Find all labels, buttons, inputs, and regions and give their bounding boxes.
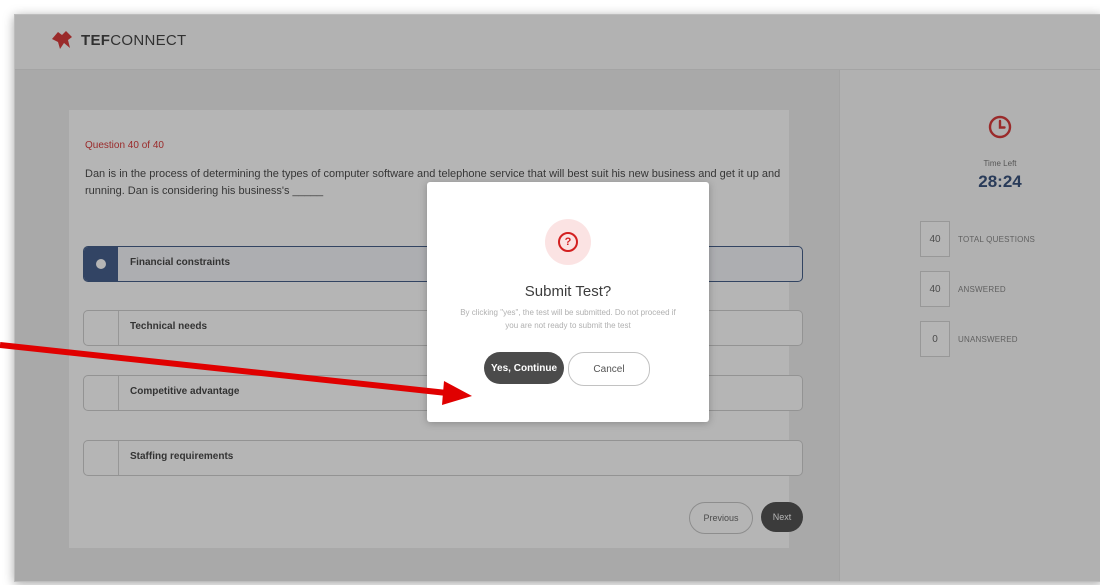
app-window: TEFCONNECT Question 40 of 40 Dan is in t… bbox=[14, 14, 1100, 582]
cancel-button[interactable]: Cancel bbox=[568, 352, 650, 386]
dialog-icon-badge: ? bbox=[545, 219, 591, 265]
dialog-message: By clicking "yes", the test will be subm… bbox=[460, 308, 676, 330]
submit-test-dialog: ? Submit Test? By clicking "yes", the te… bbox=[427, 182, 709, 422]
dialog-title: Submit Test? bbox=[524, 283, 612, 300]
question-circle-icon: ? bbox=[558, 232, 578, 252]
yes-continue-button[interactable]: Yes, Continue bbox=[484, 352, 564, 384]
